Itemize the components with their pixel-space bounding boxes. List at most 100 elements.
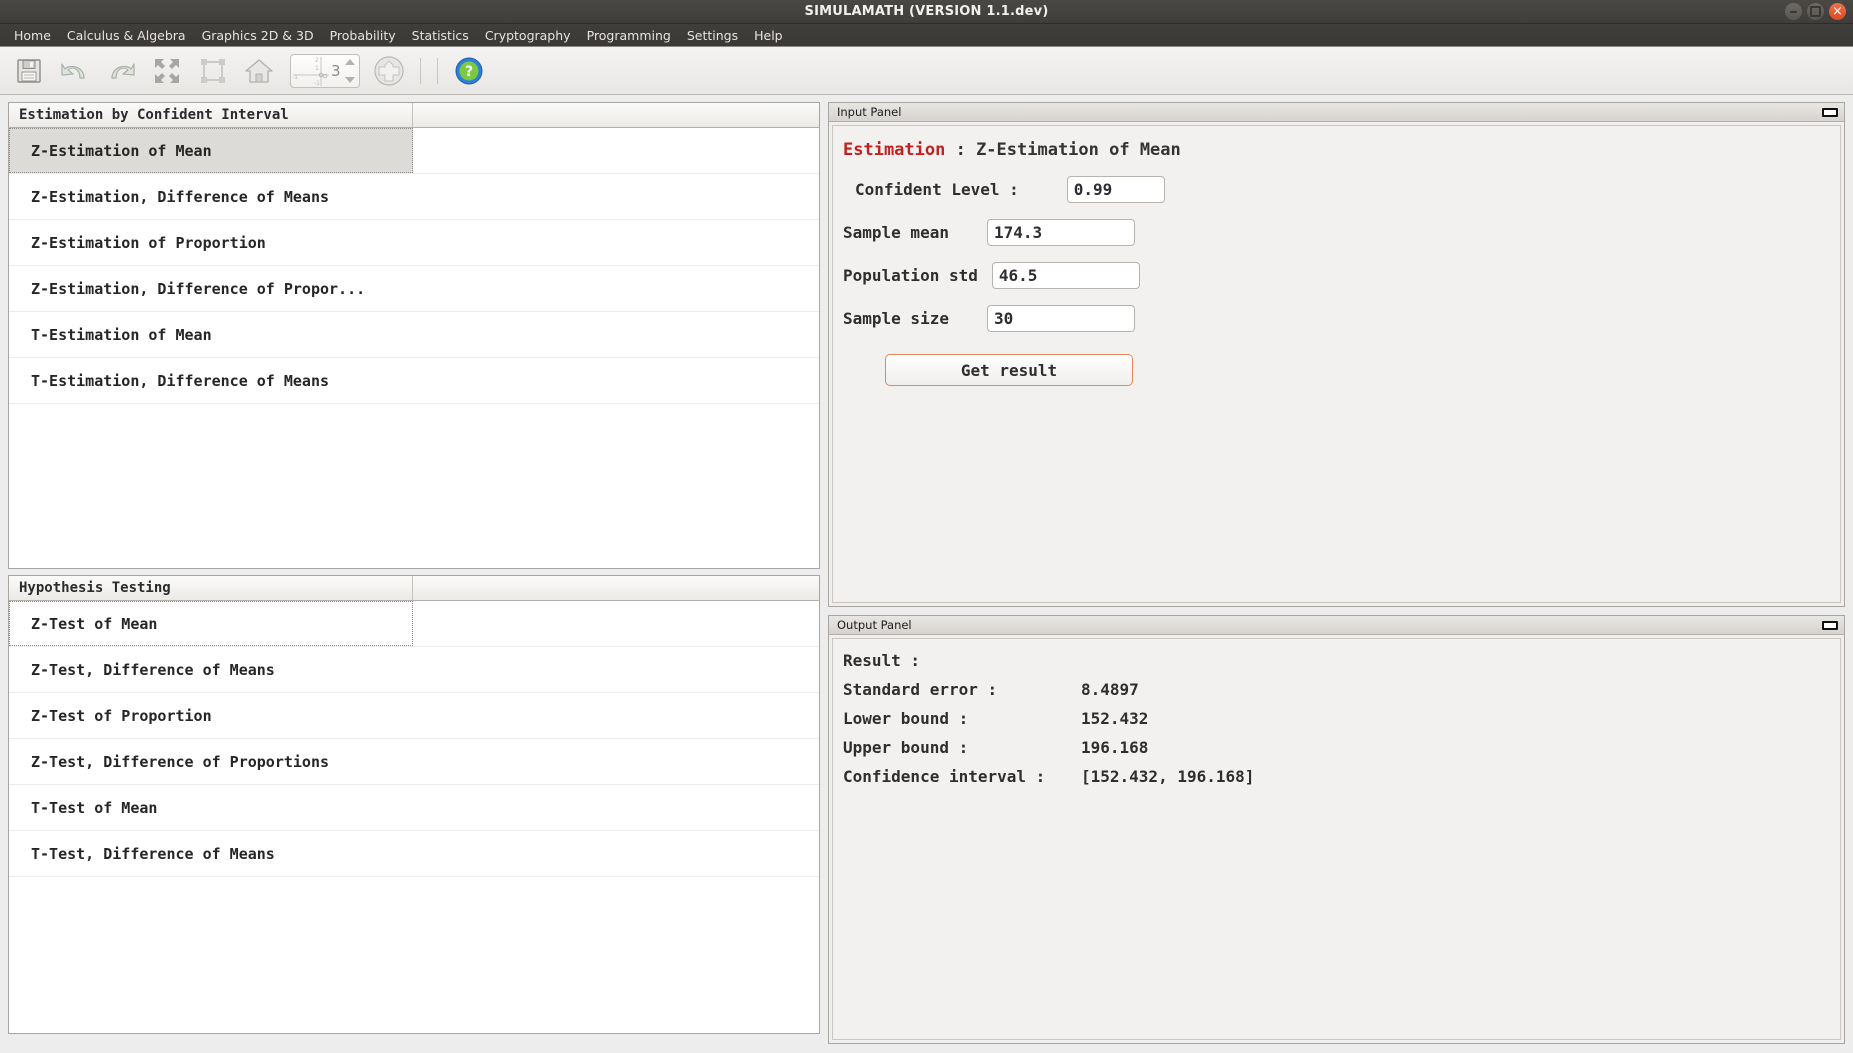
input-panel-minimize-icon[interactable] xyxy=(1822,107,1838,117)
table-row[interactable]: Z-Test, Difference of Means xyxy=(9,647,819,693)
input-panel-heading: Estimation : Z-Estimation of Mean xyxy=(843,140,1840,160)
confidence-interval-line: Confidence interval : [152.432, 196.168] xyxy=(843,767,1840,786)
spinner-value: 3 xyxy=(331,61,341,80)
home-view-button[interactable] xyxy=(238,50,280,92)
menu-item-calculus[interactable]: Calculus & Algebra xyxy=(59,26,194,45)
input-panel-body: Estimation : Z-Estimation of Mean Confid… xyxy=(832,125,1841,603)
close-window-icon[interactable] xyxy=(1829,3,1846,20)
table-row[interactable]: Z-Test of Mean xyxy=(9,601,819,647)
upper-bound-value: 196.168 xyxy=(1081,738,1149,757)
population-std-row: Population std xyxy=(843,262,1840,289)
help-question-icon: ? xyxy=(455,57,483,84)
menu-item-help[interactable]: Help xyxy=(746,26,791,45)
list-item-label: Z-Estimation of Proportion xyxy=(31,233,266,252)
left-column: Estimation by Confident Interval Z-Estim… xyxy=(8,102,820,1044)
list-item-col2 xyxy=(413,128,819,173)
table-row[interactable]: Z-Test of Proportion xyxy=(9,693,819,739)
menu-item-programming[interactable]: Programming xyxy=(579,26,679,45)
menu-item-settings[interactable]: Settings xyxy=(679,26,746,45)
spinner-up-icon[interactable] xyxy=(345,58,355,65)
population-std-input[interactable] xyxy=(991,262,1140,289)
table-row[interactable]: Z-Estimation of Proportion xyxy=(9,220,819,266)
estimation-table-header: Estimation by Confident Interval xyxy=(9,103,819,128)
hypothesis-table-body: Z-Test of Mean Z-Test, Difference of Mea… xyxy=(9,601,819,1033)
svg-text:-1: -1 xyxy=(292,74,298,81)
svg-text:-1: -1 xyxy=(314,80,320,87)
axes-grid-icon: 2 1 -1 -1 xyxy=(292,56,329,87)
table-row[interactable]: T-Estimation of Mean xyxy=(9,312,819,358)
list-item-col2 xyxy=(413,601,819,646)
output-panel-minimize-icon[interactable] xyxy=(1822,620,1838,630)
maximize-window-icon[interactable] xyxy=(1807,3,1824,20)
table-row[interactable]: Z-Test, Difference of Proportions xyxy=(9,739,819,785)
list-item-label: Z-Test of Mean xyxy=(9,601,413,646)
table-row[interactable]: T-Test, Difference of Means xyxy=(9,831,819,877)
fit-screen-button[interactable] xyxy=(146,50,188,92)
minimize-window-icon[interactable] xyxy=(1785,3,1802,20)
list-item-label: T-Test of Mean xyxy=(31,798,158,817)
list-item-label: T-Test, Difference of Means xyxy=(31,844,275,863)
list-item-col2 xyxy=(413,174,819,219)
toolbar-separator-2 xyxy=(437,57,438,84)
table-row[interactable]: T-Estimation, Difference of Means xyxy=(9,358,819,404)
upper-bound-key: Upper bound : xyxy=(843,738,969,757)
list-item-label: Z-Test, Difference of Proportions xyxy=(31,752,330,771)
result-label-text: Result : xyxy=(843,651,921,670)
output-panel-title: Output Panel xyxy=(837,618,912,632)
sample-size-input[interactable] xyxy=(986,305,1135,332)
redo-button[interactable] xyxy=(100,50,142,92)
input-panel-title: Input Panel xyxy=(837,105,902,119)
get-result-button[interactable]: Get result xyxy=(885,354,1133,386)
list-item-label: Z-Estimation, Difference of Means xyxy=(31,187,330,206)
list-item-col2 xyxy=(413,358,819,403)
help-button[interactable]: ? xyxy=(448,50,490,92)
toolbar-separator xyxy=(420,57,421,84)
dimension-spinner[interactable]: 2 1 -1 -1 3 xyxy=(290,53,360,88)
undo-button[interactable] xyxy=(54,50,96,92)
list-item-col2 xyxy=(413,693,819,738)
save-button[interactable] xyxy=(8,50,50,92)
list-item-col2 xyxy=(413,312,819,357)
menu-item-statistics[interactable]: Statistics xyxy=(404,26,477,45)
list-item-label: Z-Estimation of Mean xyxy=(9,128,413,173)
window-titlebar: SIMULAMATH (VERSION 1.1.dev) xyxy=(0,0,1853,24)
sample-size-label: Sample size xyxy=(843,309,949,328)
list-item-label: Z-Test, Difference of Means xyxy=(31,660,275,679)
menu-item-probability[interactable]: Probability xyxy=(322,26,404,45)
population-std-label: Population std xyxy=(843,266,978,285)
input-panel-heading-rest: : Z-Estimation of Mean xyxy=(945,140,1181,160)
estimation-table: Estimation by Confident Interval Z-Estim… xyxy=(8,102,820,569)
menu-item-graphics[interactable]: Graphics 2D & 3D xyxy=(194,26,322,45)
confidence-interval-value: [152.432, 196.168] xyxy=(1081,767,1255,786)
list-item-label: T-Estimation, Difference of Means xyxy=(31,371,330,390)
menu-item-cryptography[interactable]: Cryptography xyxy=(477,26,579,45)
window-title: SIMULAMATH (VERSION 1.1.dev) xyxy=(804,4,1049,19)
spinner-arrows[interactable] xyxy=(345,58,355,83)
confident-level-input[interactable] xyxy=(1066,176,1165,203)
table-row[interactable]: T-Test of Mean xyxy=(9,785,819,831)
table-row[interactable]: Z-Estimation, Difference of Propor... xyxy=(9,266,819,312)
table-row[interactable]: Z-Estimation, Difference of Means xyxy=(9,174,819,220)
menu-item-home[interactable]: Home xyxy=(6,26,59,45)
estimation-header-col2 xyxy=(413,103,819,127)
input-panel-heading-highlight: Estimation xyxy=(843,140,946,160)
sample-size-row: Sample size xyxy=(843,305,1840,332)
redo-icon xyxy=(111,62,135,79)
select-area-button[interactable] xyxy=(192,50,234,92)
list-item-label: Z-Test of Proportion xyxy=(31,706,212,725)
confident-level-row: Confident Level : xyxy=(855,176,1840,203)
sample-mean-input[interactable] xyxy=(986,219,1135,246)
lower-bound-line: Lower bound : 152.432 xyxy=(843,709,1840,728)
add-button[interactable] xyxy=(368,50,410,92)
spinner-down-icon[interactable] xyxy=(345,76,355,83)
upper-bound-line: Upper bound : 196.168 xyxy=(843,738,1840,757)
result-label: Result : xyxy=(843,651,1840,670)
home-icon xyxy=(245,58,273,83)
list-item-col2 xyxy=(413,266,819,311)
table-row[interactable]: Z-Estimation of Mean xyxy=(9,128,819,174)
lower-bound-value: 152.432 xyxy=(1081,709,1149,728)
confident-level-label: Confident Level : xyxy=(855,180,1019,199)
hypothesis-table-header: Hypothesis Testing xyxy=(9,576,819,601)
menubar: Home Calculus & Algebra Graphics 2D & 3D… xyxy=(0,24,1853,47)
svg-text:1: 1 xyxy=(315,65,319,72)
